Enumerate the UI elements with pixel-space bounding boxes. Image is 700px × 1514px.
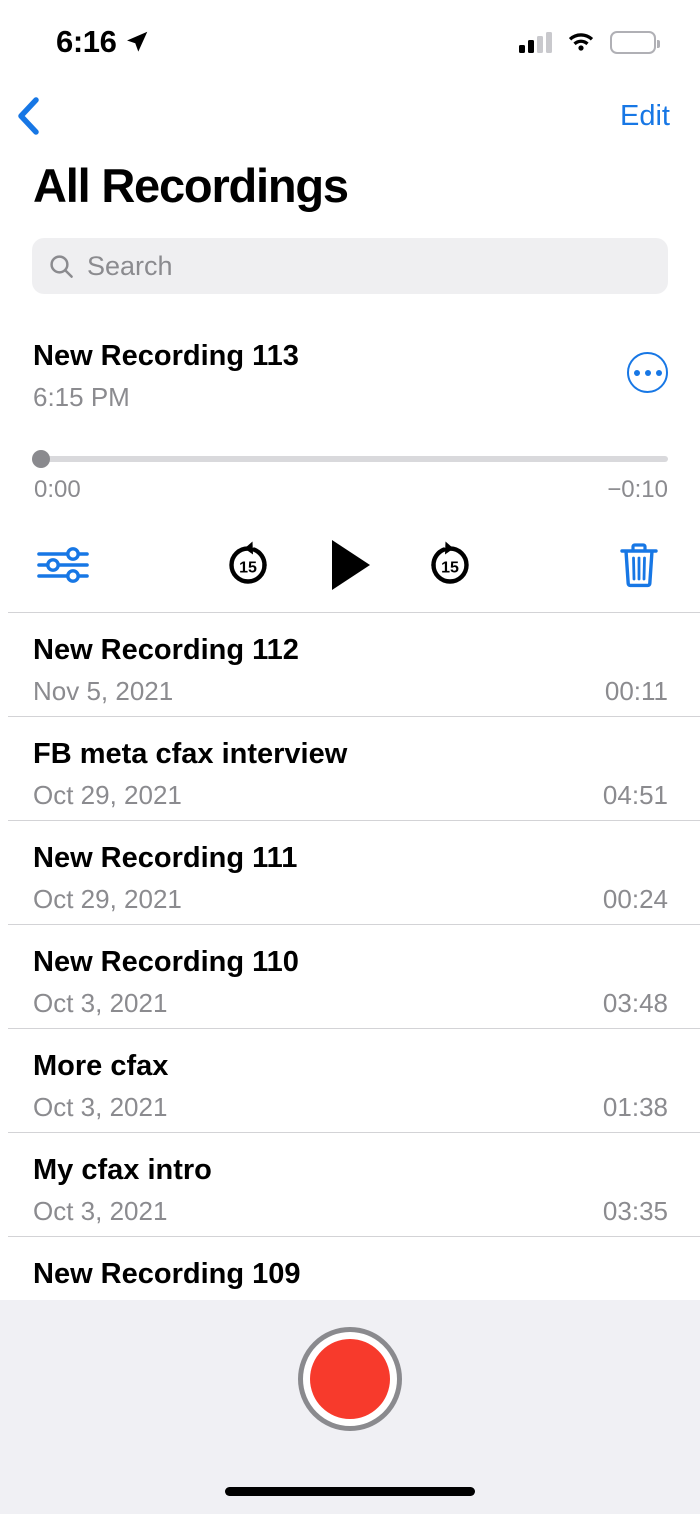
record-button[interactable] — [298, 1327, 402, 1431]
table-row[interactable]: My cfax intro Oct 3, 2021 03:35 — [0, 1132, 700, 1236]
search-input[interactable]: Search — [32, 238, 668, 294]
row-separator — [8, 1028, 700, 1029]
recording-title: New Recording 112 — [33, 634, 299, 667]
expanded-recording-card[interactable]: New Recording 113 6:15 PM 0:00 −0:10 — [0, 314, 700, 612]
table-row[interactable]: More cfax Oct 3, 2021 01:38 — [0, 1028, 700, 1132]
row-separator — [8, 716, 700, 717]
row-separator — [8, 820, 700, 821]
recording-date: Nov 5, 2021 — [33, 676, 173, 707]
location-arrow-icon — [124, 29, 150, 55]
recording-date: Oct 3, 2021 — [33, 1092, 167, 1123]
table-row[interactable]: New Recording 112 Nov 5, 2021 00:11 — [0, 612, 700, 716]
playback-controls: 15 15 — [0, 532, 700, 598]
recordings-list: New Recording 112 Nov 5, 2021 00:11 FB m… — [0, 612, 700, 1340]
recording-date: Oct 3, 2021 — [33, 988, 167, 1019]
recording-duration: 01:38 — [603, 1092, 668, 1123]
search-icon — [48, 253, 75, 280]
recording-title: My cfax intro — [33, 1154, 212, 1187]
status-bar-right — [519, 31, 656, 54]
playback-scrubber[interactable] — [32, 450, 668, 468]
recording-duration: 04:51 — [603, 780, 668, 811]
row-separator — [8, 1236, 700, 1237]
delete-button[interactable] — [604, 532, 674, 598]
edit-button[interactable]: Edit — [620, 88, 670, 144]
recording-title: More cfax — [33, 1050, 168, 1083]
skip-back-button[interactable]: 15 — [212, 532, 284, 598]
play-button[interactable] — [313, 532, 387, 598]
row-separator — [8, 612, 700, 613]
elapsed-time: 0:00 — [34, 476, 81, 504]
table-row[interactable]: New Recording 111 Oct 29, 2021 00:24 — [0, 820, 700, 924]
record-toolbar — [0, 1300, 700, 1514]
expanded-recording-title: New Recording 113 — [33, 340, 299, 373]
scrubber-knob[interactable] — [32, 450, 50, 468]
voice-memos-screen: 6:16 Edit All Recor — [0, 0, 700, 1514]
scrubber-track — [32, 456, 668, 462]
back-button[interactable] — [14, 88, 74, 144]
status-time: 6:16 — [56, 24, 116, 60]
recording-date: Oct 29, 2021 — [33, 780, 182, 811]
skip-forward-button[interactable]: 15 — [414, 532, 486, 598]
recording-duration: 00:11 — [605, 676, 668, 707]
status-bar-left: 6:16 — [56, 24, 150, 60]
cellular-signal-icon — [519, 32, 552, 53]
trash-icon — [618, 541, 660, 589]
chevron-left-icon — [14, 94, 42, 138]
table-row[interactable]: FB meta cfax interview Oct 29, 2021 04:5… — [0, 716, 700, 820]
skip-forward-15-icon: 15 — [423, 538, 477, 592]
enhance-button[interactable] — [28, 532, 98, 598]
sliders-icon — [37, 545, 89, 585]
recording-title: New Recording 110 — [33, 946, 299, 979]
search-placeholder: Search — [87, 251, 173, 282]
page-title: All Recordings — [33, 158, 348, 213]
ellipsis-circle-icon[interactable] — [627, 352, 668, 393]
battery-icon — [610, 31, 656, 54]
row-separator — [8, 1132, 700, 1133]
remaining-time: −0:10 — [607, 476, 668, 504]
svg-text:15: 15 — [239, 560, 257, 577]
expanded-recording-time: 6:15 PM — [33, 382, 130, 413]
navigation-bar: Edit — [0, 88, 700, 144]
recording-title: New Recording 111 — [33, 842, 297, 875]
recording-date: Oct 3, 2021 — [33, 1196, 167, 1227]
table-row[interactable]: New Recording 110 Oct 3, 2021 03:48 — [0, 924, 700, 1028]
recording-duration: 00:24 — [603, 884, 668, 915]
recording-title: New Recording 109 — [33, 1258, 301, 1291]
skip-back-15-icon: 15 — [221, 538, 275, 592]
home-indicator[interactable] — [225, 1487, 475, 1496]
recording-title: FB meta cfax interview — [33, 738, 347, 771]
recording-duration: 03:48 — [603, 988, 668, 1019]
recording-duration: 03:35 — [603, 1196, 668, 1227]
record-circle-icon — [310, 1339, 390, 1419]
svg-text:15: 15 — [441, 560, 459, 577]
status-bar: 6:16 — [0, 0, 700, 72]
row-separator — [8, 924, 700, 925]
play-icon — [326, 537, 374, 593]
recording-date: Oct 29, 2021 — [33, 884, 182, 915]
wifi-icon — [566, 31, 596, 53]
